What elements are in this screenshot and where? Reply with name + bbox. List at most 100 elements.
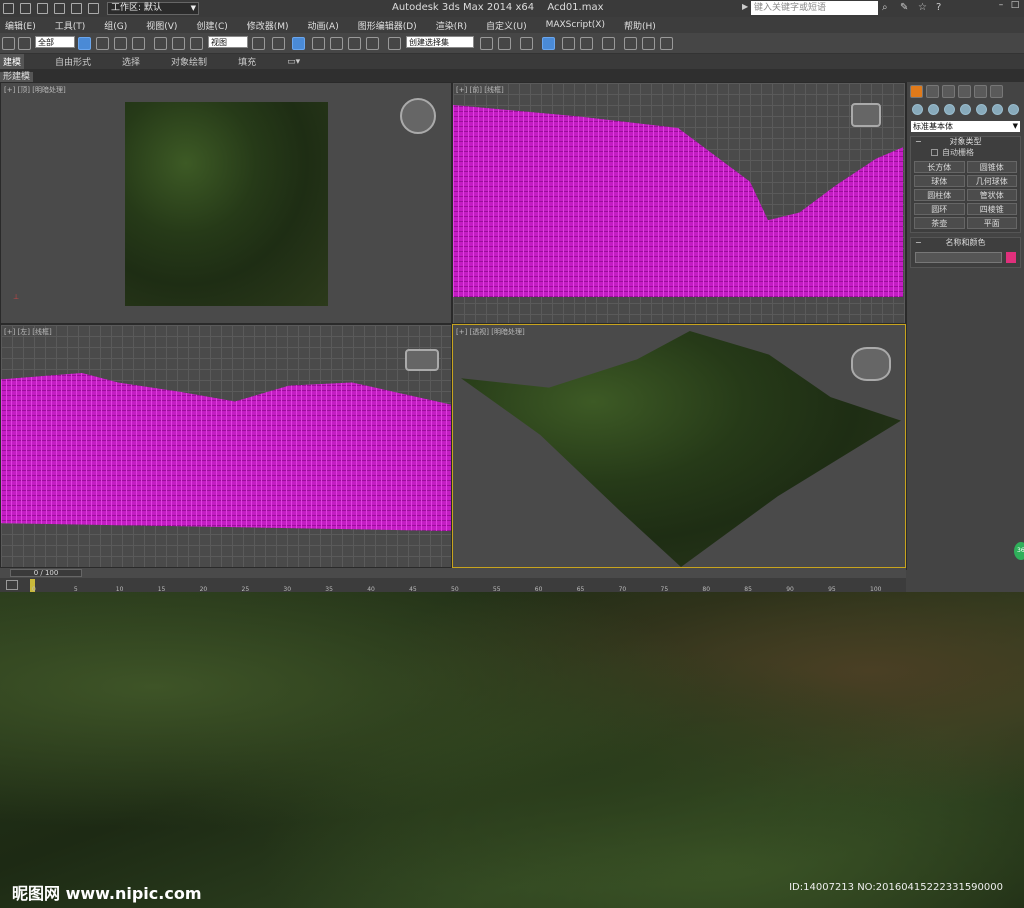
keyboard-shortcut-icon[interactable] (292, 37, 305, 50)
ribbon-panel-label[interactable]: 形建模 (0, 72, 34, 82)
create-tab-icon[interactable] (910, 85, 923, 98)
spinner-snap-icon[interactable] (366, 37, 379, 50)
workspace-dropdown[interactable]: 工作区: 默认 ▼ (107, 2, 199, 15)
angle-snap-icon[interactable] (330, 37, 343, 50)
systems-icon[interactable] (1008, 104, 1019, 115)
tube-button[interactable]: 管状体 (966, 189, 1017, 201)
rollout-header[interactable]: − 对象类型 (911, 137, 1020, 147)
render-setup-icon[interactable] (624, 37, 637, 50)
menu-tools[interactable]: 工具(T) (55, 19, 86, 32)
align-icon[interactable] (498, 37, 511, 50)
tools-icon[interactable]: ✎ (900, 2, 911, 13)
menu-animation[interactable]: 动画(A) (308, 19, 339, 32)
category-dropdown[interactable]: 标准基本体 ▼ (911, 121, 1020, 132)
percent-snap-icon[interactable] (348, 37, 361, 50)
viewport-perspective[interactable]: [+] [透视] [明暗处理] (452, 324, 906, 568)
selection-filter-dropdown[interactable]: 全部 (35, 36, 75, 48)
viewport-label[interactable]: [+] [前] [线框] (456, 85, 504, 95)
motion-tab-icon[interactable] (958, 85, 971, 98)
material-editor-icon[interactable] (602, 37, 615, 50)
object-name-input[interactable] (915, 252, 1002, 263)
graphite-toggle-icon[interactable] (542, 37, 555, 50)
network-speed-badge[interactable]: 36 (1014, 542, 1024, 560)
select-manipulate-icon[interactable] (272, 37, 285, 50)
torus-button[interactable]: 圆环 (914, 203, 965, 215)
rotate-icon[interactable] (172, 37, 185, 50)
unlink-icon[interactable] (18, 37, 31, 50)
modify-tab-icon[interactable] (926, 85, 939, 98)
new-file-icon[interactable] (3, 3, 14, 14)
viewport-label[interactable]: [+] [左] [线框] (4, 327, 52, 337)
search-expand-icon[interactable]: ▶ (742, 2, 748, 11)
menu-graph-editors[interactable]: 图形编辑器(D) (358, 19, 417, 32)
select-object-icon[interactable] (78, 37, 91, 50)
pivot-center-icon[interactable] (252, 37, 265, 50)
viewcube-icon[interactable] (405, 349, 439, 371)
named-selection-dropdown[interactable]: 创建选择集 (406, 36, 474, 48)
binoculars-icon[interactable]: ⌕ (882, 2, 893, 13)
tab-freeform[interactable]: 自由形式 (55, 55, 91, 68)
menu-edit[interactable]: 编辑(E) (5, 19, 36, 32)
lights-icon[interactable] (944, 104, 955, 115)
mirror-icon[interactable] (480, 37, 493, 50)
window-crossing-icon[interactable] (132, 37, 145, 50)
auto-grid-checkbox[interactable]: 自动栅格 (911, 147, 1020, 158)
plane-button[interactable]: 平面 (966, 217, 1017, 229)
render-frame-icon[interactable] (642, 37, 655, 50)
pyramid-button[interactable]: 四棱锥 (966, 203, 1017, 215)
sphere-button[interactable]: 球体 (914, 175, 965, 187)
ribbon-options-icon[interactable]: ▭▾ (287, 57, 300, 67)
viewcube-icon[interactable] (400, 98, 436, 134)
layer-manager-icon[interactable] (520, 37, 533, 50)
tab-object-paint[interactable]: 对象绘制 (171, 55, 207, 68)
rect-selection-icon[interactable] (114, 37, 127, 50)
viewport-left[interactable]: [+] [左] [线框] (0, 324, 452, 568)
cylinder-button[interactable]: 圆柱体 (914, 189, 965, 201)
edit-named-sel-icon[interactable] (388, 37, 401, 50)
open-file-icon[interactable] (20, 3, 31, 14)
schematic-view-icon[interactable] (580, 37, 593, 50)
shapes-icon[interactable] (928, 104, 939, 115)
move-icon[interactable] (154, 37, 167, 50)
snap-toggle-icon[interactable] (312, 37, 325, 50)
star-icon[interactable]: ☆ (918, 2, 929, 13)
collapse-icon[interactable]: − (915, 238, 922, 248)
search-input[interactable]: 键入关键字或短语 (751, 1, 878, 15)
render-icon[interactable] (660, 37, 673, 50)
menu-maxscript[interactable]: MAXScript(X) (546, 20, 605, 30)
redo-icon[interactable] (71, 3, 82, 14)
cone-button[interactable]: 圆锥体 (966, 161, 1017, 173)
rollout-header[interactable]: − 名称和颜色 (911, 238, 1020, 248)
menu-modifiers[interactable]: 修改器(M) (247, 19, 289, 32)
menu-rendering[interactable]: 渲染(R) (436, 19, 467, 32)
select-by-name-icon[interactable] (96, 37, 109, 50)
menu-customize[interactable]: 自定义(U) (486, 19, 527, 32)
object-color-swatch[interactable] (1006, 252, 1016, 263)
tab-selection[interactable]: 选择 (122, 55, 140, 68)
viewport-label[interactable]: [+] [透视] [明暗处理] (456, 327, 525, 337)
display-tab-icon[interactable] (974, 85, 987, 98)
link-icon[interactable] (2, 37, 15, 50)
menu-group[interactable]: 组(G) (104, 19, 127, 32)
tab-populate[interactable]: 填充 (238, 55, 256, 68)
box-button[interactable]: 长方体 (914, 161, 965, 173)
helpers-icon[interactable] (976, 104, 987, 115)
hierarchy-tab-icon[interactable] (942, 85, 955, 98)
geosphere-button[interactable]: 几何球体 (966, 175, 1017, 187)
cameras-icon[interactable] (960, 104, 971, 115)
menu-create[interactable]: 创建(C) (196, 19, 227, 32)
maximize-icon[interactable]: □ (1008, 0, 1022, 13)
checkbox-icon[interactable] (931, 149, 938, 156)
menu-views[interactable]: 视图(V) (146, 19, 177, 32)
track-bar[interactable]: 0 5 10 15 20 25 30 35 40 45 50 55 60 65 70 75 80 85 90 95 10… (0, 578, 906, 593)
mini-curve-editor-icon[interactable] (6, 580, 18, 590)
viewcube-icon[interactable] (851, 103, 881, 127)
scale-icon[interactable] (190, 37, 203, 50)
viewport-front[interactable]: [+] [前] [线框] (452, 82, 906, 324)
viewcube-icon[interactable] (851, 347, 891, 381)
minimize-icon[interactable]: – (994, 0, 1008, 13)
geometry-icon[interactable] (912, 104, 923, 115)
curve-editor-icon[interactable] (562, 37, 575, 50)
save-file-icon[interactable] (37, 3, 48, 14)
time-slider[interactable]: 0 / 100 (10, 569, 82, 577)
